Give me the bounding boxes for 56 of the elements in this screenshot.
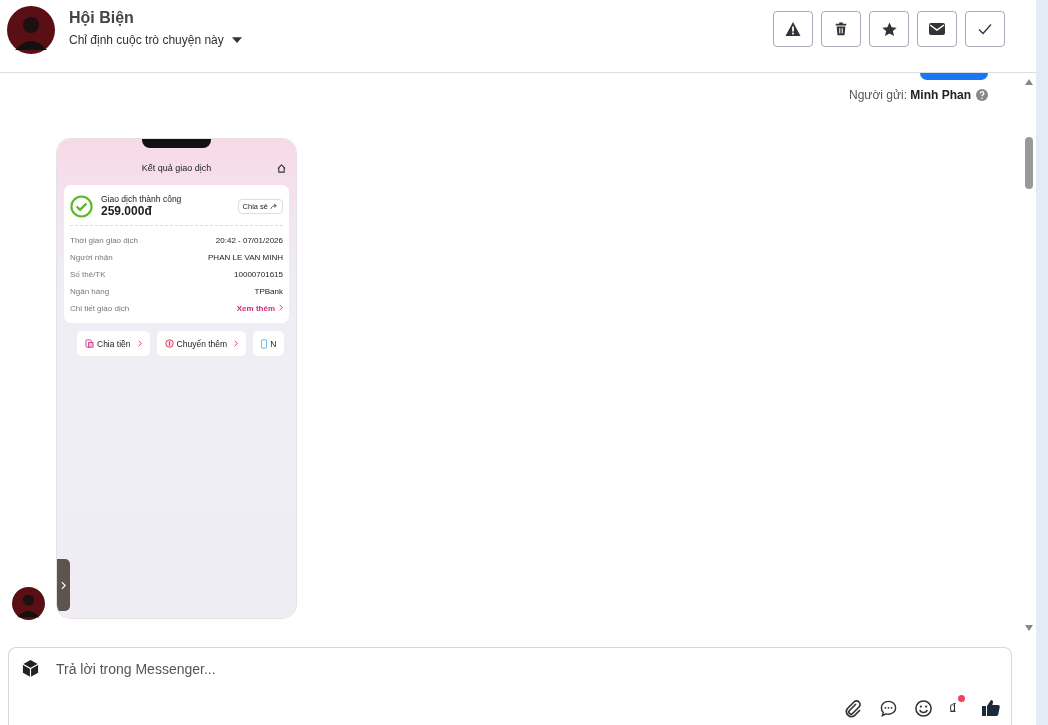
avatar (7, 6, 55, 54)
detail-value: 10000701615 (234, 269, 283, 281)
cube-icon (21, 659, 40, 678)
warning-icon (785, 21, 801, 37)
scroll-thumb[interactable] (1025, 137, 1033, 189)
scroll-down-icon[interactable] (1025, 625, 1033, 631)
star-button[interactable] (869, 11, 909, 47)
phone-icon (261, 338, 268, 349)
topup-chip[interactable]: N (253, 331, 285, 356)
detail-value: TPBank (254, 286, 283, 298)
chevron-icon (279, 304, 283, 311)
coin-icon (164, 339, 174, 348)
check-icon (977, 21, 993, 37)
split-chip[interactable]: Chia tiền (77, 331, 150, 356)
screen-title: Kết quả giao dịch (141, 163, 212, 173)
reply-box[interactable]: Trả lời trong Messenger... ₫ (8, 647, 1012, 725)
split-icon (85, 339, 94, 348)
sender-label: Người gửi: Minh Phan (849, 88, 971, 102)
help-icon[interactable] (976, 89, 988, 101)
detail-label: Thời gian giao dịch (70, 235, 138, 247)
trash-button[interactable] (821, 11, 861, 47)
chevron-icon (137, 340, 142, 347)
transfer-chip[interactable]: Chuyển thêm (156, 331, 247, 356)
assign-dropdown[interactable]: Chỉ định cuộc trò chuyện này (69, 33, 242, 47)
chevron-icon (234, 340, 239, 347)
home-icon (277, 163, 286, 173)
warning-button[interactable] (773, 11, 813, 47)
chat-bubble-icon[interactable] (878, 698, 898, 718)
thumbs-up-icon[interactable] (981, 698, 1001, 718)
more-link[interactable]: Xem thêm (236, 300, 283, 317)
screenshot-image[interactable] (57, 139, 296, 618)
avatar (12, 587, 45, 620)
detail-value: 20:42 - 07/01/2026 (215, 235, 283, 247)
share-icon (270, 202, 278, 210)
contact-name: Hội Biện (69, 9, 135, 27)
expand-handle[interactable] (57, 559, 70, 611)
mail-button[interactable] (917, 11, 957, 47)
detail-label: Số thẻ/TK (70, 269, 106, 281)
star-icon (881, 21, 897, 37)
success-icon (70, 194, 93, 218)
emoji-icon[interactable] (913, 698, 933, 718)
amount: 259.000đ (101, 204, 153, 218)
attach-icon[interactable] (842, 698, 863, 718)
detail-value: PHAN LE VAN MINH (208, 252, 283, 264)
scroll-up-icon[interactable] (1025, 79, 1033, 85)
status-text: Giao dịch thành công (101, 194, 182, 204)
check-button[interactable] (965, 11, 1005, 47)
mail-icon (929, 23, 945, 35)
reply-field[interactable]: Trả lời trong Messenger... (56, 660, 1001, 677)
detail-label: Chi tiết giao dịch (70, 303, 130, 315)
detail-label: Người nhận (70, 252, 113, 264)
trash-icon (834, 21, 848, 37)
message-bubble (920, 73, 988, 80)
detail-label: Ngân hàng (70, 286, 110, 298)
payment-button[interactable]: ₫ (948, 695, 965, 721)
caret-icon (231, 36, 242, 44)
